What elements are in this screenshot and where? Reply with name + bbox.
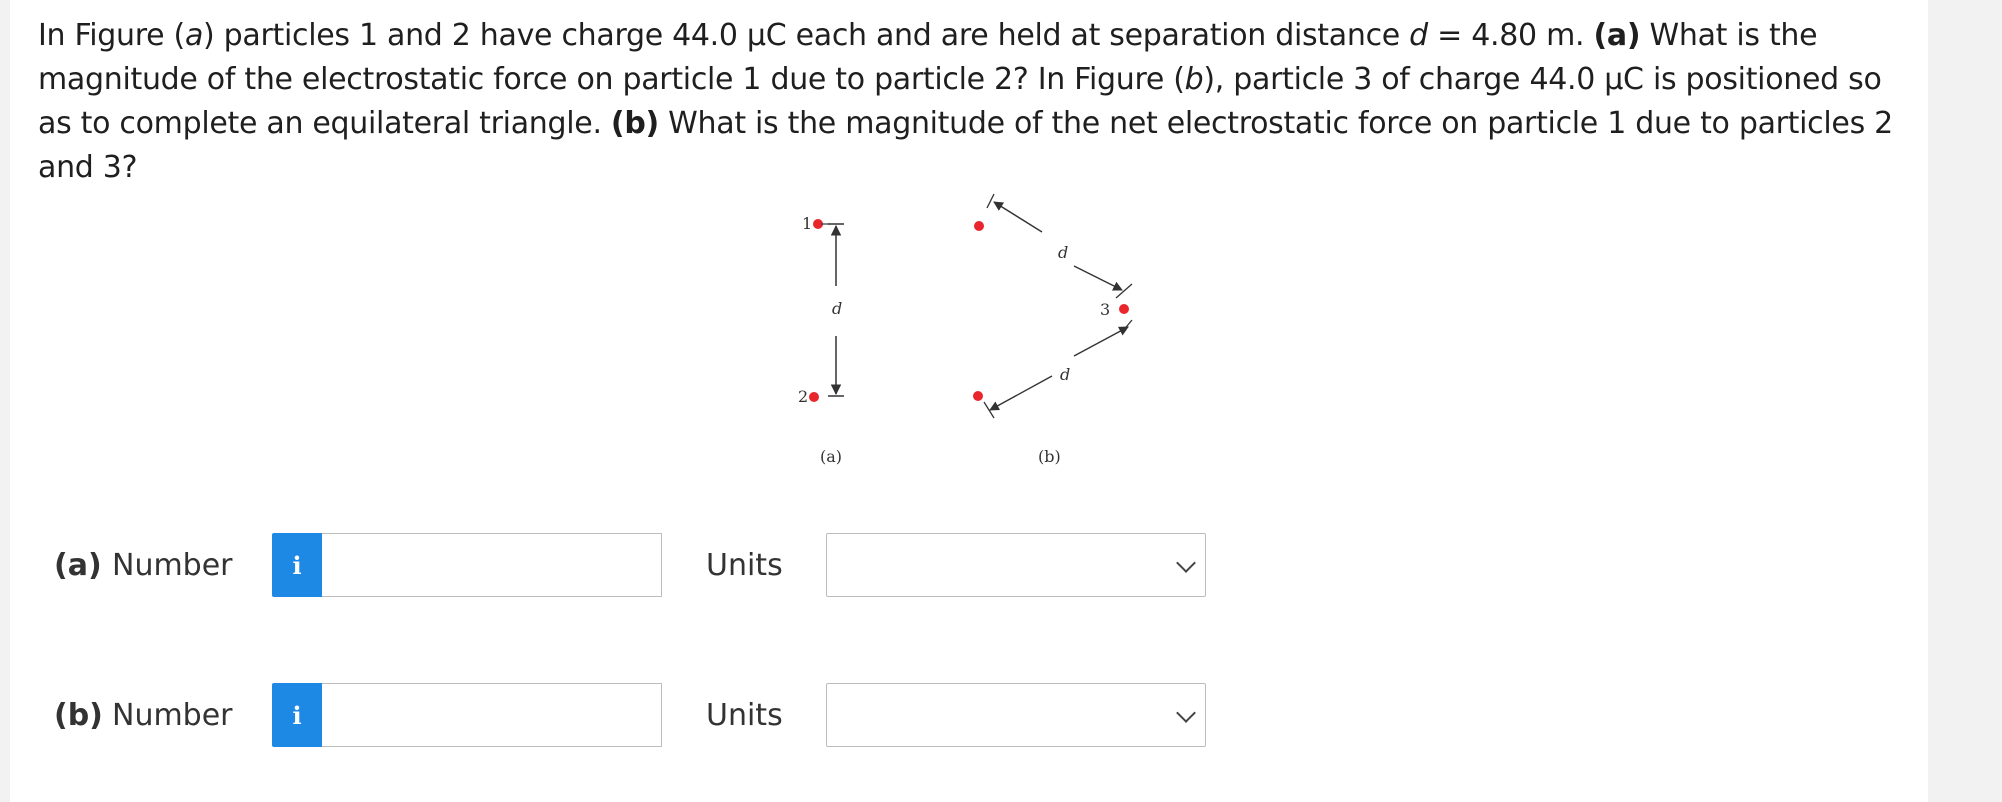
dimension-arrow-b1 — [993, 201, 1043, 233]
dimension-arrow-b4 — [989, 375, 1053, 411]
units-select-b[interactable] — [826, 683, 1206, 747]
units-label-a: Units — [706, 547, 783, 583]
answer-row-b: (b) Number i Units — [54, 682, 1206, 748]
question-segment: In Figure ( — [38, 18, 185, 53]
units-select-a[interactable] — [826, 533, 1206, 597]
particle-1b — [974, 221, 984, 231]
question-segment: ) particles 1 and 2 have charge 44.0 μC … — [203, 18, 1410, 53]
figure-diagram: 1 d 2 (a) 3 d d (b) — [784, 186, 1164, 476]
distance-d-label-b1: d — [1058, 243, 1068, 262]
question-part-marker: (a) — [1593, 18, 1641, 53]
number-label-a: Number — [112, 547, 233, 583]
question-segment: d — [1409, 18, 1428, 53]
particle-2-label: 2 — [798, 387, 808, 406]
answer-row-a: (a) Number i Units — [54, 532, 1206, 598]
figure-a: 1 d 2 (a) — [798, 214, 844, 466]
caption-a: (a) — [820, 447, 842, 466]
question-text: In Figure (a) particles 1 and 2 have cha… — [38, 14, 1918, 190]
particle-1-label: 1 — [802, 214, 812, 233]
question-segment: b — [1184, 62, 1204, 97]
part-label-a: (a) — [54, 547, 102, 583]
number-label-b: Number — [112, 697, 233, 733]
question-part-marker: (b) — [610, 106, 659, 141]
info-icon-b[interactable]: i — [272, 683, 322, 747]
dimension-arrow-b2 — [1073, 265, 1123, 291]
chevron-down-icon — [1176, 703, 1196, 723]
units-label-b: Units — [706, 697, 783, 733]
particle-2 — [809, 392, 819, 402]
distance-d-label: d — [832, 299, 842, 318]
figure-b: 3 d d (b) — [973, 193, 1133, 466]
dimension-arrow-b3 — [1073, 326, 1129, 357]
part-label-b: (b) — [54, 697, 103, 733]
chevron-down-icon — [1176, 553, 1196, 573]
info-icon-a[interactable]: i — [272, 533, 322, 597]
particle-2b — [973, 391, 983, 401]
number-input-a[interactable] — [322, 533, 662, 597]
particle-3 — [1119, 304, 1129, 314]
question-segment: a — [184, 18, 204, 53]
particle-3-label: 3 — [1100, 300, 1110, 319]
question-card: In Figure (a) particles 1 and 2 have cha… — [10, 0, 1928, 802]
distance-d-label-b2: d — [1060, 365, 1070, 384]
question-segment: = 4.80 m. — [1427, 18, 1594, 53]
caption-b: (b) — [1038, 447, 1061, 466]
figure-svg: 1 d 2 (a) 3 d d (b) — [798, 193, 1133, 466]
number-input-b[interactable] — [322, 683, 662, 747]
